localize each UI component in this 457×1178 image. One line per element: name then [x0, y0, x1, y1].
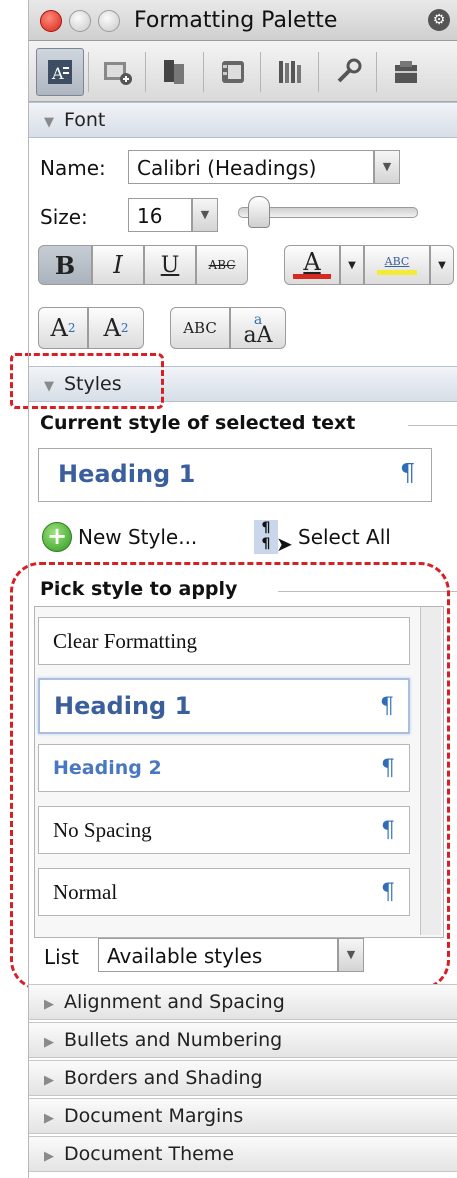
section-label: Alignment and Spacing [64, 991, 285, 1013]
underline-button[interactable]: U [144, 245, 196, 285]
superscript-base: A [50, 314, 68, 342]
highlight-button[interactable]: ABC [364, 245, 430, 285]
chevron-down-icon: ▼ [382, 160, 392, 173]
formatting-palette-icon[interactable]: A [36, 48, 84, 96]
subscript-button[interactable]: A2 [88, 307, 144, 349]
highlight-letters: ABC [384, 255, 410, 268]
toolbar-divider [260, 52, 261, 92]
close-button[interactable] [40, 10, 62, 32]
toolbar-divider [318, 52, 319, 92]
bullets-section-header[interactable]: ▶ Bullets and Numbering [28, 1022, 457, 1058]
citations-icon[interactable] [151, 48, 199, 96]
font-size-slider-thumb[interactable] [248, 196, 270, 228]
italic-button[interactable]: I [92, 245, 144, 285]
current-style-value: Heading 1 [58, 460, 196, 488]
scrapbook-icon[interactable] [209, 48, 257, 96]
chevron-down-icon: ▼ [200, 208, 210, 221]
font-name-field[interactable]: Calibri (Headings) [128, 150, 374, 184]
font-size-field[interactable]: 16 [128, 198, 192, 232]
disclosure-closed-icon: ▶ [44, 997, 54, 1012]
current-style-label: Current style of selected text [40, 412, 356, 434]
toolbar-divider [145, 52, 146, 92]
zoom-button[interactable] [98, 10, 120, 32]
disclosure-open-icon: ▼ [44, 115, 54, 130]
add-icon[interactable]: + [42, 522, 72, 552]
divider [408, 425, 457, 426]
project-palette-icon[interactable] [382, 48, 430, 96]
disclosure-closed-icon: ▶ [44, 1073, 54, 1088]
highlight-swatch [377, 270, 417, 275]
small-caps-button[interactable]: ABC [170, 307, 230, 349]
strikethrough-button[interactable]: ABC [196, 245, 248, 285]
disclosure-closed-icon: ▶ [44, 1035, 54, 1050]
alignment-section-header[interactable]: ▶ Alignment and Spacing [28, 984, 457, 1020]
chevron-down-icon: ▼ [348, 259, 356, 271]
subscript-index: 2 [120, 321, 129, 335]
section-label: Bullets and Numbering [64, 1029, 283, 1051]
object-palette-icon[interactable] [94, 48, 142, 96]
font-color-button[interactable]: A [284, 245, 340, 285]
superscript-button[interactable]: A2 [38, 307, 88, 349]
minimize-button[interactable] [69, 10, 91, 32]
window-title: Formatting Palette [134, 8, 338, 33]
toolbar-divider [203, 52, 204, 92]
highlight-dropdown[interactable]: ▼ [430, 245, 454, 285]
change-case-button[interactable]: a aA [230, 307, 286, 349]
new-style-button[interactable]: New Style... [78, 525, 197, 549]
reference-tools-icon[interactable] [266, 48, 314, 96]
styles-callout [10, 353, 164, 409]
font-name-dropdown[interactable]: ▼ [374, 150, 400, 184]
subscript-base: A [103, 314, 121, 342]
cursor-arrow-icon: ➤ [276, 532, 293, 556]
font-size-dropdown[interactable]: ▼ [192, 198, 218, 232]
section-label: Document Margins [64, 1105, 244, 1127]
margins-section-header[interactable]: ▶ Document Margins [28, 1098, 457, 1134]
pilcrow-icon: ¶ [400, 459, 416, 487]
bold-button[interactable]: B [38, 245, 92, 285]
svg-text:A: A [51, 64, 64, 83]
palette-left-border [28, 0, 29, 1178]
font-color-letter: A [303, 248, 321, 276]
font-color-swatch [293, 274, 331, 279]
disclosure-closed-icon: ▶ [44, 1111, 54, 1126]
section-label: Borders and Shading [64, 1067, 263, 1089]
font-color-dropdown[interactable]: ▼ [340, 245, 364, 285]
borders-section-header[interactable]: ▶ Borders and Shading [28, 1060, 457, 1096]
change-case-bottom: aA [243, 323, 273, 348]
font-section-label: Font [64, 109, 106, 131]
toolbar-divider [88, 52, 89, 92]
font-name-label: Name: [40, 156, 106, 180]
select-all-button[interactable]: Select All [298, 525, 391, 549]
chevron-down-icon: ▼ [438, 259, 446, 271]
disclosure-closed-icon: ▶ [44, 1149, 54, 1164]
section-label: Document Theme [64, 1143, 235, 1165]
compatibility-report-icon[interactable] [324, 48, 372, 96]
pick-style-callout [10, 562, 450, 990]
theme-section-header[interactable]: ▶ Document Theme [28, 1136, 457, 1172]
font-section-header[interactable]: ▼ Font [28, 102, 457, 138]
superscript-exponent: 2 [67, 321, 76, 335]
select-all-icon[interactable]: ¶ ¶ [254, 520, 278, 554]
toolbar-divider [376, 52, 377, 92]
palette-options-icon[interactable]: ⚙ [428, 9, 450, 31]
font-size-label: Size: [40, 205, 88, 229]
